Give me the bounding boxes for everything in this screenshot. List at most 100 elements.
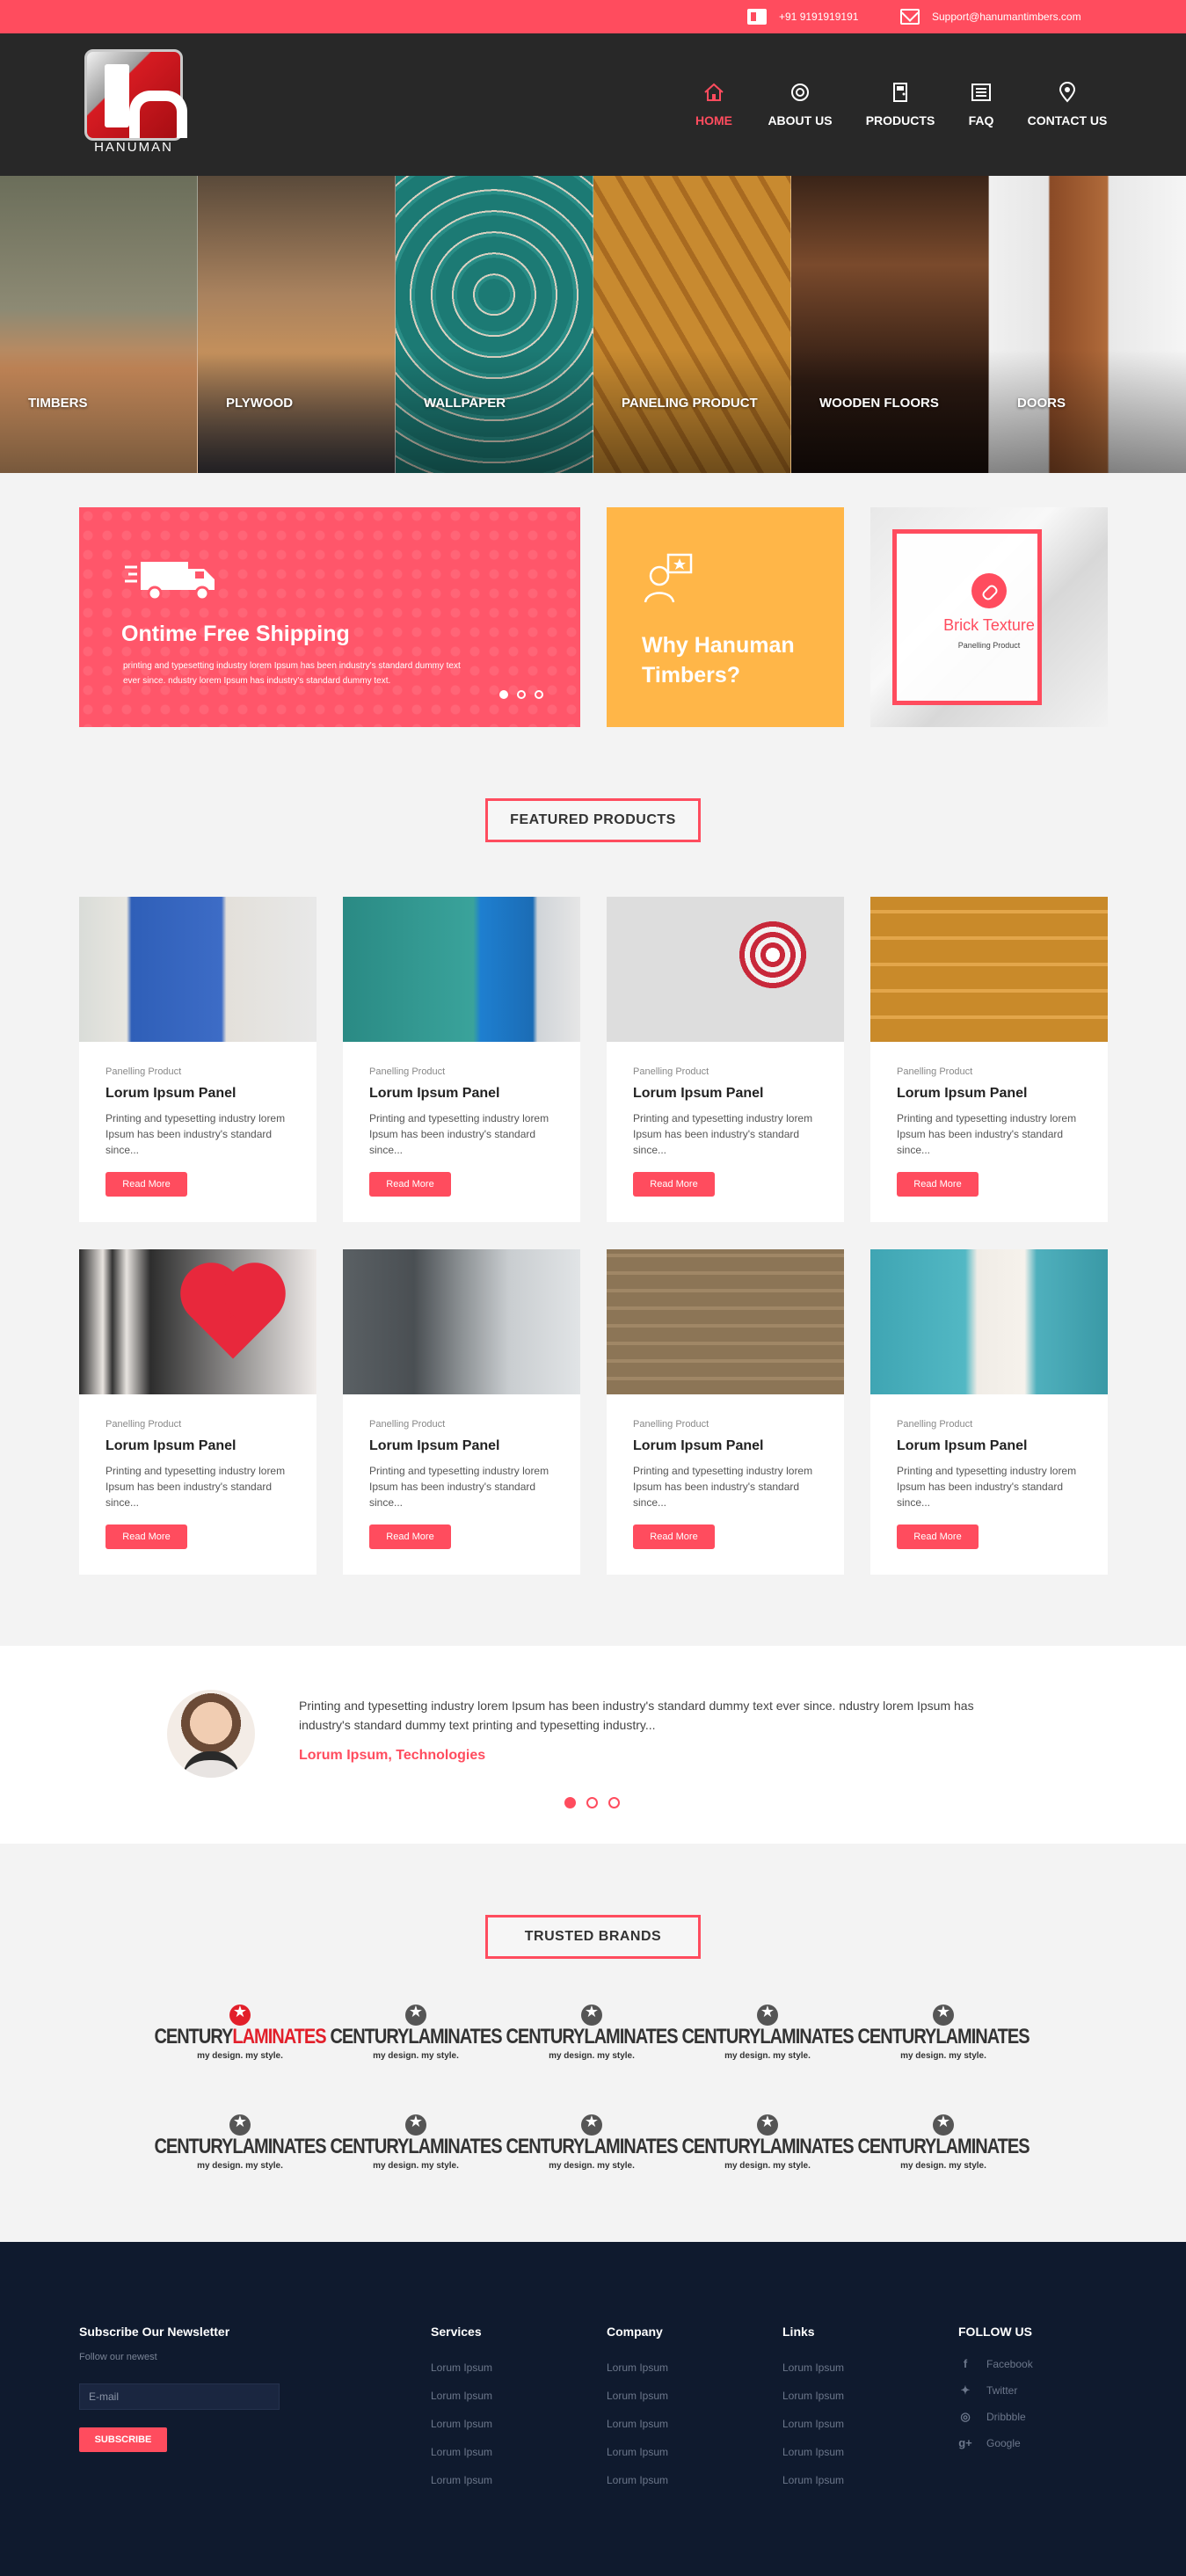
product-name[interactable]: Lorum Ipsum Panel xyxy=(106,1086,236,1102)
email-field[interactable]: E-mail xyxy=(79,2383,280,2410)
brand-name: CENTURYLAMINATES xyxy=(154,2135,326,2159)
brand-logo[interactable]: CENTURYLAMINATES my design. my style. xyxy=(681,2003,854,2066)
brand-tagline: my design. my style. xyxy=(549,2161,635,2171)
product-card: Panelling Product Lorum Ipsum Panel Prin… xyxy=(870,1249,1108,1575)
footer-link[interactable]: Lorum Ipsum xyxy=(782,2390,844,2402)
why-hanuman-box[interactable]: Why Hanuman Timbers? xyxy=(607,507,844,727)
nav-contact[interactable]: CONTACT US xyxy=(1027,33,1108,176)
category-paneling-product[interactable]: PANELING PRODUCT xyxy=(593,176,791,473)
services-list: Lorum Ipsum Lorum Ipsum Lorum Ipsum Loru… xyxy=(431,2361,492,2486)
read-more-button[interactable]: Read More xyxy=(369,1172,451,1197)
product-name[interactable]: Lorum Ipsum Panel xyxy=(633,1086,763,1102)
brick-texture-box[interactable]: Brick Texture Panelling Product xyxy=(870,507,1108,727)
star-icon xyxy=(229,2113,251,2136)
product-name[interactable]: Lorum Ipsum Panel xyxy=(897,1438,1027,1454)
product-name[interactable]: Lorum Ipsum Panel xyxy=(369,1438,499,1454)
footer-link[interactable]: Lorum Ipsum xyxy=(431,2390,492,2402)
read-more-button[interactable]: Read More xyxy=(106,1524,187,1549)
product-image[interactable] xyxy=(79,1249,317,1394)
nav-about[interactable]: ABOUT US xyxy=(767,33,833,176)
read-more-button[interactable]: Read More xyxy=(633,1172,715,1197)
brand-logo[interactable]: CENTURYLAMINATES my design. my style. xyxy=(857,2113,1030,2176)
social-link-dribbble[interactable]: ◎ Dribbble xyxy=(958,2410,1033,2423)
brand-name: CENTURYLAMINATES xyxy=(681,2025,854,2049)
read-more-button[interactable]: Read More xyxy=(897,1524,979,1549)
product-image[interactable] xyxy=(79,897,317,1042)
read-more-button[interactable]: Read More xyxy=(106,1172,187,1197)
footer-link[interactable]: Lorum Ipsum xyxy=(607,2390,668,2402)
product-image[interactable] xyxy=(870,1249,1108,1394)
brand-logo[interactable]: CENTURYLAMINATES my design. my style. xyxy=(154,2003,326,2066)
social-label: Dribbble xyxy=(986,2411,1026,2423)
social-link-google[interactable]: g+ Google xyxy=(958,2436,1033,2449)
footer-link[interactable]: Lorum Ipsum xyxy=(782,2361,844,2374)
nav-home[interactable]: HOME xyxy=(691,33,737,176)
category-timbers[interactable]: TIMBERS xyxy=(0,176,198,473)
brand-logo[interactable]: CENTURYLAMINATES my design. my style. xyxy=(154,2113,326,2176)
links-list: Lorum Ipsum Lorum Ipsum Lorum Ipsum Loru… xyxy=(782,2361,844,2486)
product-image[interactable] xyxy=(870,897,1108,1042)
social-link-facebook[interactable]: f Facebook xyxy=(958,2357,1033,2370)
link-icon[interactable] xyxy=(971,573,1007,608)
footer-link[interactable]: Lorum Ipsum xyxy=(607,2361,668,2374)
category-doors[interactable]: DOORS xyxy=(989,176,1186,473)
read-more-button[interactable]: Read More xyxy=(897,1172,979,1197)
footer-link[interactable]: Lorum Ipsum xyxy=(431,2418,492,2430)
footer-link[interactable]: Lorum Ipsum xyxy=(431,2361,492,2374)
brand-logo[interactable]: CENTURYLAMINATES my design. my style. xyxy=(330,2003,502,2066)
truck-icon xyxy=(125,562,215,601)
product-category: Panelling Product xyxy=(897,1066,973,1077)
product-name[interactable]: Lorum Ipsum Panel xyxy=(369,1086,499,1102)
category-wallpaper[interactable]: WALLPAPER xyxy=(396,176,593,473)
star-icon xyxy=(581,2003,602,2026)
footer-link[interactable]: Lorum Ipsum xyxy=(607,2446,668,2458)
pagination-dot[interactable] xyxy=(608,1797,620,1808)
category-strip: TIMBERS PLYWOOD WALLPAPER PANELING PRODU… xyxy=(0,176,1186,473)
phone-number: +91 9191919191 xyxy=(779,11,859,23)
brand-name: CENTURYLAMINATES xyxy=(506,2025,678,2049)
brand-name: CENTURYLAMINATES xyxy=(506,2135,678,2159)
subscribe-button[interactable]: SUBSCRIBE xyxy=(79,2427,167,2452)
brand-logo[interactable]: CENTURYLAMINATES my design. my style. xyxy=(506,2003,678,2066)
product-name[interactable]: Lorum Ipsum Panel xyxy=(106,1438,236,1454)
social-link-twitter[interactable]: ✦ Twitter xyxy=(958,2383,1033,2397)
brand-tagline: my design. my style. xyxy=(900,2161,986,2171)
footer-link[interactable]: Lorum Ipsum xyxy=(607,2474,668,2486)
brand-logo[interactable]: CENTURYLAMINATES my design. my style. xyxy=(681,2113,854,2176)
footer-link[interactable]: Lorum Ipsum xyxy=(431,2474,492,2486)
product-desc: Printing and typesetting industry lorem … xyxy=(369,1112,549,1156)
category-plywood[interactable]: PLYWOOD xyxy=(198,176,396,473)
category-wooden-floors[interactable]: WOODEN FLOORS xyxy=(791,176,989,473)
footer-link[interactable]: Lorum Ipsum xyxy=(431,2446,492,2458)
read-more-button[interactable]: Read More xyxy=(633,1524,715,1549)
logo[interactable]: HANUMAN xyxy=(79,49,188,160)
star-icon xyxy=(405,2003,426,2026)
brand-logo[interactable]: CENTURYLAMINATES my design. my style. xyxy=(330,2113,502,2176)
pagination-dot[interactable] xyxy=(499,690,508,699)
footer-link[interactable]: Lorum Ipsum xyxy=(607,2418,668,2430)
product-image[interactable] xyxy=(607,1249,844,1394)
pagination-dot[interactable] xyxy=(586,1797,598,1808)
nav-products[interactable]: PRODUCTS xyxy=(865,33,935,176)
pagination-dot[interactable] xyxy=(535,690,543,699)
brand-name: CENTURYLAMINATES xyxy=(857,2135,1030,2159)
pagination-dot[interactable] xyxy=(517,690,526,699)
footer-link[interactable]: Lorum Ipsum xyxy=(782,2446,844,2458)
brand-logo[interactable]: CENTURYLAMINATES my design. my style. xyxy=(506,2113,678,2176)
footer-link[interactable]: Lorum Ipsum xyxy=(782,2474,844,2486)
product-image[interactable] xyxy=(343,897,580,1042)
product-name[interactable]: Lorum Ipsum Panel xyxy=(897,1086,1027,1102)
brand-tagline: my design. my style. xyxy=(373,2051,459,2061)
nav-faq[interactable]: FAQ xyxy=(965,33,997,176)
site-header: HANUMAN HOME ABOUT US PRODUCTS FAQ CONTA… xyxy=(0,33,1186,176)
brand-tagline: my design. my style. xyxy=(900,2051,986,2061)
read-more-button[interactable]: Read More xyxy=(369,1524,451,1549)
footer-link[interactable]: Lorum Ipsum xyxy=(782,2418,844,2430)
product-name[interactable]: Lorum Ipsum Panel xyxy=(633,1438,763,1454)
brand-logo[interactable]: CENTURYLAMINATES my design. my style. xyxy=(857,2003,1030,2066)
email-contact[interactable]: Support@hanumantimbers.com xyxy=(900,0,1081,33)
pagination-dot[interactable] xyxy=(564,1797,576,1808)
product-image[interactable] xyxy=(343,1249,580,1394)
product-image[interactable] xyxy=(607,897,844,1042)
phone-contact[interactable]: +91 9191919191 xyxy=(747,0,858,33)
